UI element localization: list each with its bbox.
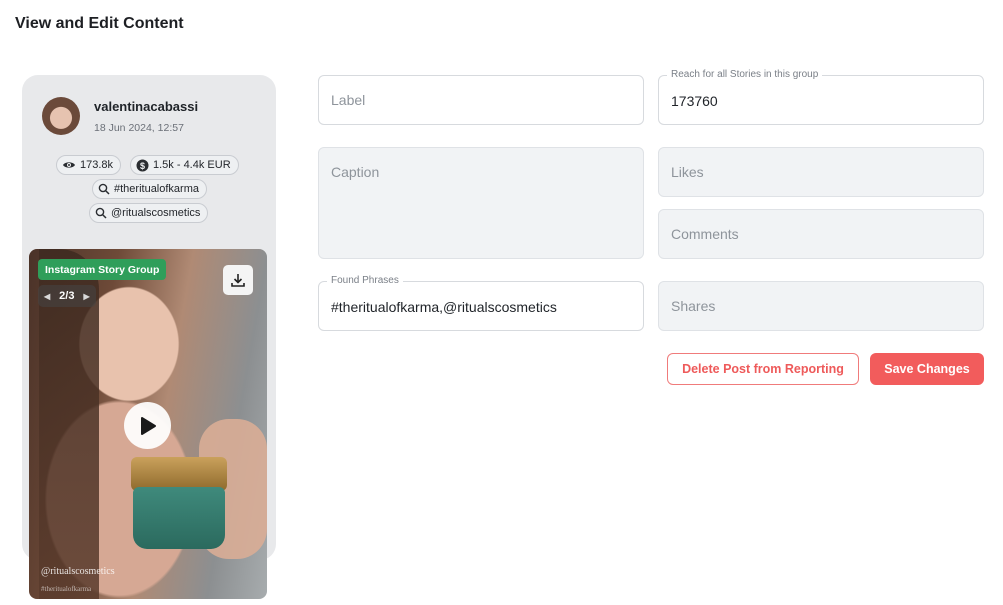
- reach-value: 173760: [671, 93, 718, 109]
- likes-placeholder: Likes: [671, 164, 704, 180]
- likes-field[interactable]: Likes: [658, 147, 984, 197]
- chevron-left-icon[interactable]: ◀: [44, 292, 50, 301]
- media-watermark: @ritualscosmetics: [41, 566, 115, 577]
- chevron-right-icon[interactable]: ▶: [83, 292, 89, 301]
- found-phrases-field[interactable]: Found Phrases #theritualofkarma,@rituals…: [318, 275, 644, 331]
- found-phrases-label: Found Phrases: [327, 275, 403, 287]
- eye-icon: [63, 162, 75, 168]
- username[interactable]: valentinacabassi: [94, 99, 198, 114]
- download-button[interactable]: [223, 265, 253, 295]
- views-count: 173.8k: [80, 159, 114, 171]
- svg-text:$: $: [140, 160, 145, 170]
- tag-chip: @ritualscosmetics: [89, 203, 209, 223]
- download-icon: [231, 274, 245, 287]
- comments-placeholder: Comments: [671, 226, 739, 242]
- media-watermark-small: #theritualofkarma: [41, 585, 92, 593]
- play-button[interactable]: [124, 402, 171, 449]
- play-icon: [140, 416, 156, 435]
- caption-placeholder: Caption: [331, 164, 380, 180]
- label-field[interactable]: Label: [318, 75, 644, 125]
- tag-label: #theritualofkarma: [114, 183, 199, 195]
- shares-placeholder: Shares: [671, 298, 716, 314]
- reach-field-label: Reach for all Stories in this group: [667, 69, 823, 81]
- views-chip: 173.8k: [56, 155, 122, 175]
- story-media[interactable]: Instagram Story Group ◀ 2/3 ▶ @ritualsco…: [29, 249, 267, 599]
- search-icon: [98, 183, 110, 195]
- post-card: valentinacabassi 18 Jun 2024, 12:57 173.…: [22, 75, 276, 599]
- delete-post-button[interactable]: Delete Post from Reporting: [667, 353, 859, 385]
- comments-field[interactable]: Comments: [658, 209, 984, 259]
- page-title: View and Edit Content: [15, 15, 184, 32]
- story-group-badge: Instagram Story Group: [38, 259, 167, 280]
- media-jar: [133, 487, 225, 549]
- pager-label: 2/3: [59, 290, 75, 302]
- value-chip: $ 1.5k - 4.4k EUR: [130, 155, 239, 175]
- value-range: 1.5k - 4.4k EUR: [153, 159, 231, 171]
- label-placeholder: Label: [331, 92, 366, 108]
- save-changes-button[interactable]: Save Changes: [870, 353, 984, 385]
- tag-chip: #theritualofkarma: [92, 179, 207, 199]
- search-icon: [95, 207, 107, 219]
- tag-label: @ritualscosmetics: [111, 207, 201, 219]
- post-date: 18 Jun 2024, 12:57: [94, 122, 184, 134]
- caption-field[interactable]: Caption: [318, 147, 644, 259]
- dollar-icon: $: [136, 159, 149, 171]
- found-phrases-value: #theritualofkarma,@ritualscosmetics: [331, 299, 557, 315]
- avatar[interactable]: [42, 97, 80, 135]
- reach-field[interactable]: Reach for all Stories in this group 1737…: [658, 69, 984, 125]
- media-jar-lid: [131, 457, 227, 491]
- story-pager: ◀ 2/3 ▶: [38, 285, 96, 307]
- shares-field[interactable]: Shares: [658, 281, 984, 331]
